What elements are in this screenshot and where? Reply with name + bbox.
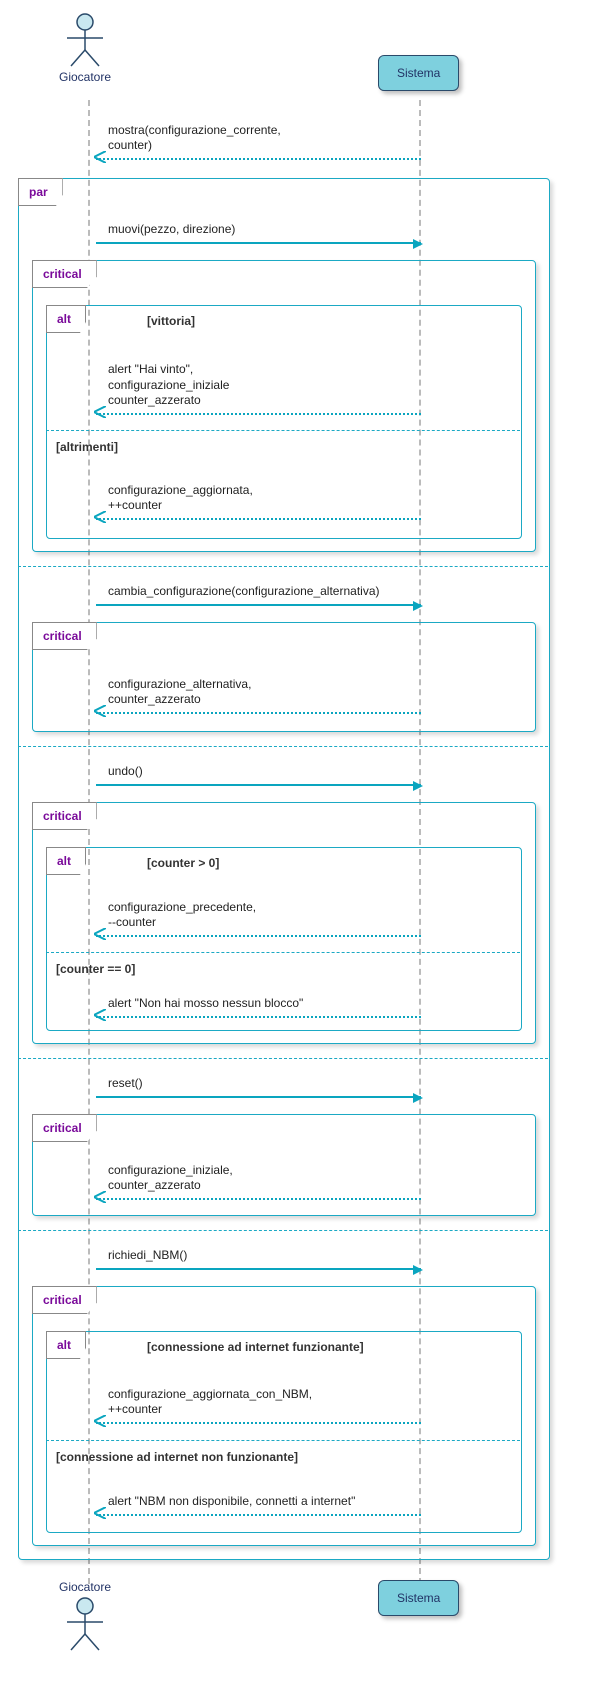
message-text: reset() — [108, 1076, 143, 1092]
message-mostra: mostra(configurazione_corrente, counter) — [96, 120, 421, 160]
message-text: configurazione_alternativa, counter_azze… — [108, 677, 251, 708]
frame-label: critical — [32, 260, 97, 288]
message-line — [96, 1514, 421, 1516]
participant-label: Sistema — [397, 1591, 440, 1605]
frame-label: critical — [32, 1286, 97, 1314]
arrow-right-icon — [413, 1265, 423, 1275]
message-text: alert "Non hai mosso nessun blocco" — [108, 996, 303, 1012]
arrow-right-icon — [413, 1093, 423, 1103]
arrow-left-icon — [94, 1415, 106, 1430]
arrow-left-icon — [94, 928, 106, 943]
actor-label: Giocatore — [55, 1580, 115, 1594]
message-config-ini: configurazione_iniziale, counter_azzerat… — [96, 1158, 421, 1200]
arrow-left-icon — [94, 1191, 106, 1206]
arrow-left-icon — [94, 705, 106, 720]
actor-icon — [55, 10, 115, 70]
actor-label: Giocatore — [55, 70, 115, 84]
arrow-left-icon — [94, 1009, 106, 1024]
message-nbm: richiedi_NBM() — [96, 1244, 421, 1270]
message-config-alt: configurazione_alternativa, counter_azze… — [96, 672, 421, 714]
message-line — [96, 1422, 421, 1424]
message-nbm-no: alert "NBM non disponibile, connetti a i… — [96, 1490, 421, 1516]
message-text: configurazione_aggiornata, ++counter — [108, 483, 253, 514]
guard-counter-gt: [counter > 0] — [147, 856, 219, 870]
actor-icon — [55, 1594, 115, 1654]
message-text: configurazione_iniziale, counter_azzerat… — [108, 1163, 233, 1194]
frame-label: critical — [32, 622, 97, 650]
message-line — [96, 413, 421, 415]
message-line — [96, 158, 421, 160]
message-text: muovi(pezzo, direzione) — [108, 222, 235, 238]
message-line — [96, 935, 421, 937]
guard-altrimenti: [altrimenti] — [56, 440, 118, 454]
actor-giocatore-bottom: Giocatore — [55, 1580, 115, 1654]
arrow-right-icon — [413, 781, 423, 791]
participant-label: Sistema — [397, 66, 440, 80]
par-divider-3 — [18, 1058, 548, 1059]
message-text: richiedi_NBM() — [108, 1248, 187, 1264]
guard-conn-ok: [connessione ad internet funzionante] — [147, 1340, 364, 1354]
message-line — [96, 604, 421, 606]
message-muovi: muovi(pezzo, direzione) — [96, 218, 421, 244]
message-text: configurazione_precedente, --counter — [108, 900, 256, 931]
guard-vittoria: [vittoria] — [147, 314, 195, 328]
message-text: mostra(configurazione_corrente, counter) — [108, 123, 281, 154]
message-text: undo() — [108, 764, 143, 780]
frame-label: alt — [46, 305, 86, 333]
frame-label: critical — [32, 1114, 97, 1142]
arrow-left-icon — [94, 511, 106, 526]
message-line — [96, 1016, 421, 1018]
actor-giocatore-top: Giocatore — [55, 10, 115, 84]
alt-divider — [46, 430, 520, 431]
par-divider-2 — [18, 746, 548, 747]
frame-label: alt — [46, 847, 86, 875]
message-line — [96, 1096, 421, 1098]
arrow-right-icon — [413, 239, 423, 249]
message-text: configurazione_aggiornata_con_NBM, ++cou… — [108, 1387, 312, 1418]
arrow-left-icon — [94, 151, 106, 166]
message-line — [96, 242, 421, 244]
message-line — [96, 784, 421, 786]
par-divider-1 — [18, 566, 548, 567]
frame-label: alt — [46, 1331, 86, 1359]
par-divider-4 — [18, 1230, 548, 1231]
message-cambia: cambia_configurazione(configurazione_alt… — [96, 580, 421, 606]
message-line — [96, 1268, 421, 1270]
participant-sistema-bottom: Sistema — [378, 1580, 459, 1616]
sequence-diagram: Giocatore Sistema mostra(configurazione_… — [0, 0, 593, 1704]
message-config-prec: configurazione_precedente, --counter — [96, 895, 421, 937]
participant-sistema-top: Sistema — [378, 55, 459, 91]
message-line — [96, 1198, 421, 1200]
message-text: cambia_configurazione(configurazione_alt… — [108, 584, 380, 600]
guard-counter-eq: [counter == 0] — [56, 962, 135, 976]
arrow-left-icon — [94, 406, 106, 421]
message-non-mosso: alert "Non hai mosso nessun blocco" — [96, 992, 421, 1018]
message-line — [96, 518, 421, 520]
message-text: alert "Hai vinto", configurazione_inizia… — [108, 362, 229, 409]
arrow-left-icon — [94, 1507, 106, 1522]
message-config-agg: configurazione_aggiornata, ++counter — [96, 478, 421, 520]
message-reset: reset() — [96, 1072, 421, 1098]
message-text: alert "NBM non disponibile, connetti a i… — [108, 1494, 355, 1510]
message-undo: undo() — [96, 760, 421, 786]
frame-label: critical — [32, 802, 97, 830]
arrow-right-icon — [413, 601, 423, 611]
frame-label: par — [18, 178, 63, 206]
message-config-nbm: configurazione_aggiornata_con_NBM, ++cou… — [96, 1382, 421, 1424]
alt-divider-3 — [46, 1440, 520, 1441]
message-line — [96, 712, 421, 714]
message-hai-vinto: alert "Hai vinto", configurazione_inizia… — [96, 360, 421, 415]
alt-divider-2 — [46, 952, 520, 953]
guard-conn-bad: [connessione ad internet non funzionante… — [56, 1450, 298, 1464]
